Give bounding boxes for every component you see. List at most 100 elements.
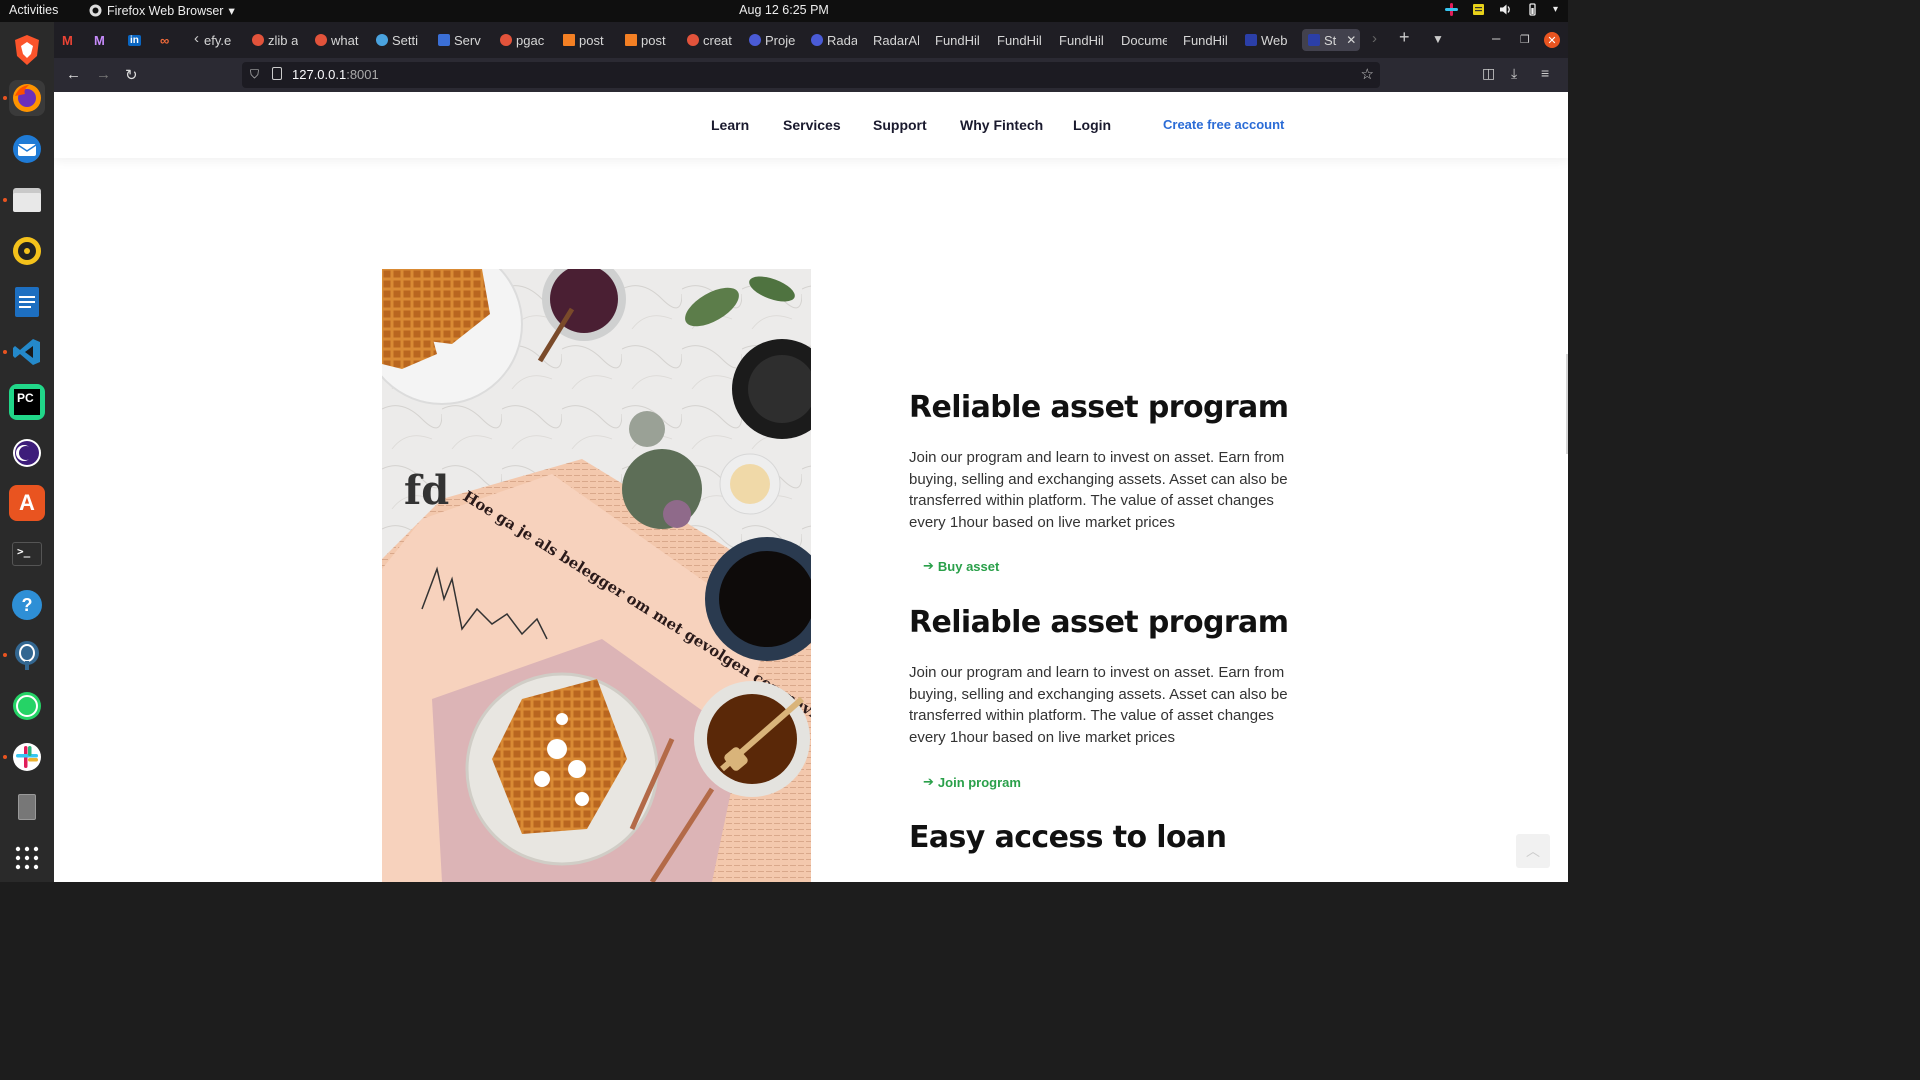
tab-label: FundHil [935,32,980,48]
tab-label: FundHil [1183,32,1228,48]
downloads-icon[interactable]: ⤓ [1511,65,1517,82]
tab-9[interactable]: Proje [749,29,795,51]
vscode-icon[interactable] [9,334,45,370]
nav-services[interactable]: Services [783,117,841,133]
reload-button[interactable]: ↻ [125,66,138,84]
volume-icon[interactable] [1499,3,1512,16]
files-icon[interactable] [9,182,45,218]
minimize-window-button[interactable]: – [1492,30,1500,47]
settings-icon [376,34,388,46]
tab-14[interactable]: FundHil [1059,29,1105,51]
arrow-right-icon: ➔ [923,558,934,573]
page-scrollbar[interactable] [1566,354,1568,454]
new-tab-button[interactable]: + [1399,27,1410,48]
menu-icon[interactable]: ≡ [1541,65,1549,81]
tab-16[interactable]: FundHil [1183,29,1229,51]
slack-tray-icon[interactable] [1444,3,1458,16]
tab-gmail-2[interactable]: M [94,29,105,51]
notes-tray-icon[interactable] [1472,3,1485,16]
slack-icon[interactable] [9,739,45,775]
nav-why-fintech[interactable]: Why Fintech [960,117,1043,133]
linkedin-icon: in [128,34,141,46]
feature-text-2: Join our program and learn to invest on … [909,664,1288,746]
buy-asset-link[interactable]: ➔ Buy asset [923,558,999,574]
nav-learn[interactable]: Learn [711,117,749,133]
libreoffice-writer-icon[interactable] [9,284,45,320]
software-center-icon[interactable]: A [9,485,45,521]
tab-8[interactable]: creat [687,29,733,51]
forward-button[interactable]: → [96,66,111,83]
tab-linkedin[interactable]: in [128,29,141,51]
maximize-window-button[interactable]: ❐ [1520,33,1530,46]
feature-title-3: Easy access to loan [909,820,1227,855]
system-tray[interactable]: ▾ [1444,3,1558,16]
close-window-button[interactable]: ✕ [1544,32,1560,48]
tab-postman[interactable]: ∞ [160,29,169,51]
tab-17[interactable]: Web [1245,29,1291,51]
tab-label: FundHil [997,32,1042,48]
battery-icon[interactable] [1526,3,1539,16]
tab-1[interactable]: zlib a [252,29,298,51]
scroll-to-top-button[interactable]: ︿ [1516,834,1550,868]
newspaper-masthead: fd [404,467,449,514]
thunderbird-icon[interactable] [9,131,45,167]
hero-image: fd Hoe ga je als belegger om met gevolge… [382,269,811,882]
tab-7[interactable]: post [625,29,671,51]
tab-6[interactable]: post [563,29,609,51]
web-page: Learn Services Support Why Fintech Login… [54,92,1568,882]
show-applications-icon[interactable] [9,840,45,876]
scroll-tabs-left-button[interactable]: ‹ [194,30,199,47]
running-indicator [3,755,7,759]
tab-13[interactable]: FundHil [997,29,1043,51]
brave-browser-icon[interactable] [9,32,45,68]
breakfast-newspaper-photo: fd Hoe ga je als belegger om met gevolge… [382,269,811,882]
browser-tab-bar: M M in ∞ ‹ efy.e zlib a what Setti Serv … [54,22,1568,58]
help-icon[interactable]: ? [9,587,45,623]
scroll-tabs-right-button[interactable]: › [1372,30,1377,47]
join-program-label: Join program [937,774,1021,790]
tor-browser-icon[interactable] [9,435,45,471]
tab-gmail[interactable]: M [62,29,73,51]
link-icon: ∞ [160,32,170,48]
nav-support[interactable]: Support [873,117,927,133]
tab-label: Web [1261,32,1288,48]
tab-15[interactable]: Docume [1121,29,1167,51]
gmail-icon: M [94,32,105,48]
bookmark-star-icon[interactable]: ☆ [1361,65,1374,83]
tab-label: Docume [1121,32,1167,48]
server-icon [438,34,450,46]
create-account-link[interactable]: Create free account [1163,117,1284,132]
tab-12[interactable]: FundHil [935,29,981,51]
shield-icon[interactable]: ⛉ [250,67,259,82]
tab-10[interactable]: Rada [811,29,857,51]
pgadmin-icon[interactable] [9,637,45,673]
duckduckgo-icon [315,34,327,46]
tab-3[interactable]: Setti [376,29,422,51]
list-all-tabs-button[interactable]: ▼ [1432,32,1444,46]
feature-title-1: Reliable asset program [909,390,1289,425]
usb-drive-icon[interactable] [9,789,45,825]
url-host: 127.0.0.1 [292,67,347,82]
clock[interactable]: Aug 12 6:25 PM [0,3,1568,17]
whatsapp-icon[interactable] [9,688,45,724]
url-text[interactable]: 127.0.0.1:8001 [292,67,379,82]
rhythmbox-icon[interactable] [9,233,45,269]
tab-2[interactable]: what [315,29,361,51]
join-program-link[interactable]: ➔ Join program [923,774,1021,790]
pocket-icon[interactable]: ◫ [1482,65,1495,82]
tab-active[interactable]: St ✕ [1302,29,1360,51]
tab-11[interactable]: RadarAl [873,29,919,51]
tab-0[interactable]: efy.e [204,29,240,51]
tab-4[interactable]: Serv [438,29,484,51]
pycharm-icon[interactable]: PC [9,384,45,420]
tab-label: St [1324,32,1337,48]
nav-login[interactable]: Login [1073,117,1111,133]
terminal-icon[interactable]: >_ [9,536,45,572]
close-tab-icon[interactable]: ✕ [1346,33,1356,47]
power-menu-icon[interactable]: ▾ [1553,4,1558,15]
firefox-dock-icon[interactable] [9,80,45,116]
feature-text-1: Join our program and learn to invest on … [909,449,1288,531]
tab-5[interactable]: pgac [500,29,546,51]
back-button[interactable]: ← [66,66,81,83]
url-bar[interactable]: ⛉ 127.0.0.1:8001 ☆ [242,62,1380,88]
